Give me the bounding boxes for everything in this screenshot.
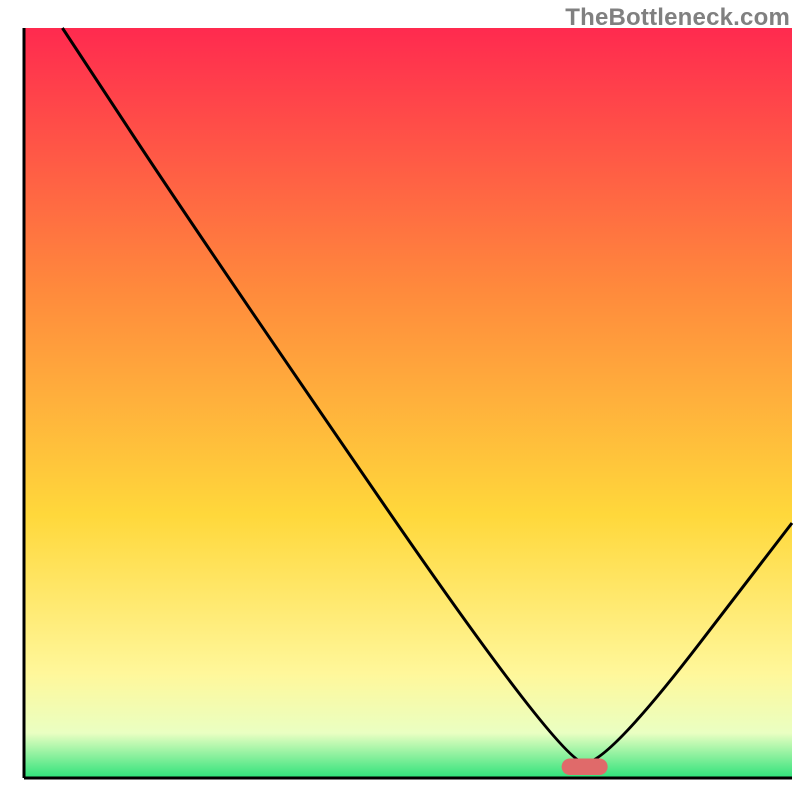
watermark-text: TheBottleneck.com: [565, 4, 790, 32]
bottleneck-chart: [0, 0, 800, 800]
gradient-background: [24, 28, 792, 778]
optimal-marker: [562, 759, 608, 776]
